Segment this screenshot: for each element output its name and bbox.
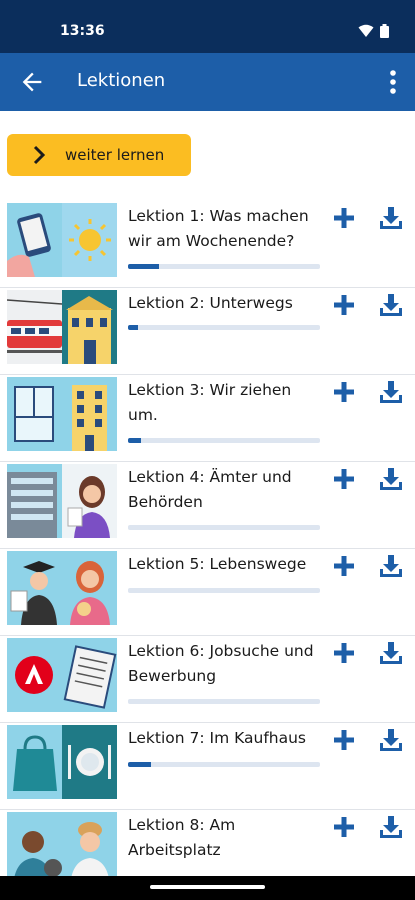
shopping-bag-illustration bbox=[7, 725, 62, 799]
lesson-row-1[interactable]: Lektion 1: Was machen wir am Wochenende? bbox=[0, 200, 415, 288]
battery-icon bbox=[380, 24, 389, 38]
lesson-thumbnail bbox=[7, 638, 117, 712]
lesson-title: Lektion 4: Ämter und Behörden bbox=[128, 468, 292, 511]
download-icon[interactable] bbox=[378, 292, 404, 318]
lesson-row-6[interactable]: Lektion 6: Jobsuche und Bewerbung bbox=[0, 635, 415, 723]
progress-fill bbox=[128, 438, 142, 443]
chef-illustration bbox=[62, 812, 117, 886]
graduate-illustration bbox=[7, 551, 62, 625]
plus-icon[interactable] bbox=[332, 467, 356, 491]
lesson-title: Lektion 7: Im Kaufhaus bbox=[128, 729, 306, 747]
lesson-title: Lektion 8: Am Arbeitsplatz bbox=[128, 816, 236, 859]
lesson-thumbnail bbox=[7, 290, 117, 364]
download-icon[interactable] bbox=[378, 640, 404, 666]
home-gesture-handle[interactable] bbox=[150, 885, 265, 889]
apartment-illustration bbox=[62, 377, 117, 451]
lesson-progress-bar bbox=[128, 264, 320, 269]
lesson-thumbnail bbox=[7, 812, 117, 886]
lesson-title: Lektion 3: Wir ziehen um. bbox=[128, 381, 292, 424]
lesson-progress-bar bbox=[128, 762, 320, 767]
building-illustration bbox=[62, 290, 117, 364]
lesson-row-4[interactable]: Lektion 4: Ämter und Behörden bbox=[0, 461, 415, 549]
status-icons bbox=[358, 24, 389, 38]
lesson-title: Lektion 2: Unterwegs bbox=[128, 294, 293, 312]
system-nav-bar bbox=[0, 876, 415, 900]
download-icon[interactable] bbox=[378, 379, 404, 405]
plus-icon[interactable] bbox=[332, 728, 356, 752]
arrow-left-icon[interactable] bbox=[18, 68, 46, 96]
more-vert-icon[interactable] bbox=[383, 68, 403, 96]
agency-logo-illustration bbox=[7, 638, 62, 712]
lesson-row-7[interactable]: Lektion 7: Im Kaufhaus bbox=[0, 722, 415, 810]
phone-illustration bbox=[7, 203, 62, 277]
progress-fill bbox=[128, 264, 159, 269]
train-illustration bbox=[7, 290, 62, 364]
plus-icon[interactable] bbox=[332, 293, 356, 317]
lesson-thumbnail bbox=[7, 725, 117, 799]
lesson-progress-bar bbox=[128, 699, 320, 704]
office-building-illustration bbox=[7, 464, 62, 538]
lesson-progress-bar bbox=[128, 438, 320, 443]
worker-illustration bbox=[7, 812, 62, 886]
download-icon[interactable] bbox=[378, 466, 404, 492]
lesson-row-5[interactable]: Lektion 5: Lebenswege bbox=[0, 548, 415, 636]
status-bar: 13:36 bbox=[0, 0, 415, 53]
download-icon[interactable] bbox=[378, 205, 404, 231]
continue-learning-button[interactable]: weiter lernen bbox=[7, 134, 191, 176]
plus-icon[interactable] bbox=[332, 380, 356, 404]
plus-icon[interactable] bbox=[332, 206, 356, 230]
sun-illustration bbox=[62, 203, 117, 277]
lesson-thumbnail bbox=[7, 464, 117, 538]
app-bar: Lektionen bbox=[0, 53, 415, 111]
download-icon[interactable] bbox=[378, 553, 404, 579]
progress-fill bbox=[128, 325, 138, 330]
status-time: 13:36 bbox=[60, 23, 105, 39]
lesson-title: Lektion 6: Jobsuche und Bewerbung bbox=[128, 642, 314, 685]
lesson-title: Lektion 1: Was machen wir am Wochenende? bbox=[128, 207, 309, 250]
lesson-progress-bar bbox=[128, 325, 320, 330]
plus-icon[interactable] bbox=[332, 815, 356, 839]
progress-fill bbox=[128, 762, 152, 767]
lesson-thumbnail bbox=[7, 551, 117, 625]
chevron-right-icon bbox=[33, 145, 46, 165]
continue-learning-label: weiter lernen bbox=[65, 146, 165, 164]
plate-cutlery-illustration bbox=[62, 725, 117, 799]
plus-icon[interactable] bbox=[332, 554, 356, 578]
lesson-row-2[interactable]: Lektion 2: Unterwegs bbox=[0, 287, 415, 375]
download-icon[interactable] bbox=[378, 727, 404, 753]
mother-child-illustration bbox=[62, 551, 117, 625]
download-icon[interactable] bbox=[378, 814, 404, 840]
wifi-icon bbox=[358, 24, 374, 37]
lesson-progress-bar bbox=[128, 588, 320, 593]
woman-document-illustration bbox=[62, 464, 117, 538]
newspaper-illustration bbox=[62, 638, 117, 712]
page-title: Lektionen bbox=[77, 70, 166, 91]
lesson-title: Lektion 5: Lebenswege bbox=[128, 555, 307, 573]
lesson-thumbnail bbox=[7, 203, 117, 277]
floorplan-illustration bbox=[7, 377, 62, 451]
lesson-progress-bar bbox=[128, 525, 320, 530]
lesson-row-3[interactable]: Lektion 3: Wir ziehen um. bbox=[0, 374, 415, 462]
lesson-thumbnail bbox=[7, 377, 117, 451]
plus-icon[interactable] bbox=[332, 641, 356, 665]
